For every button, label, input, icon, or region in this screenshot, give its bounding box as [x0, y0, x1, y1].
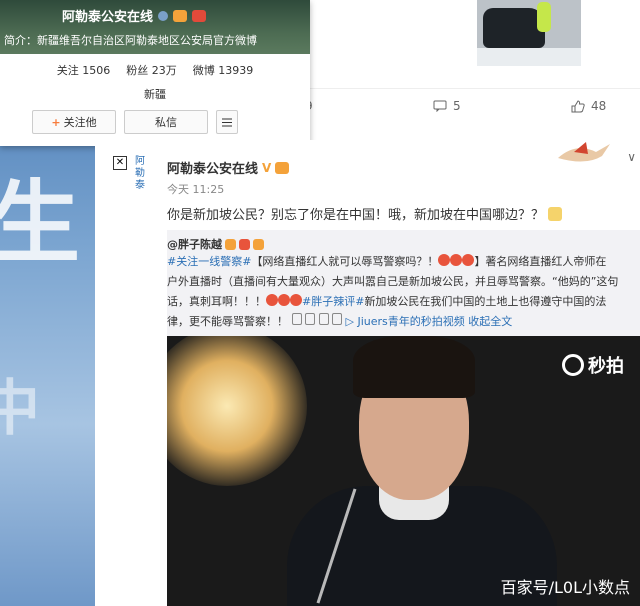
decorative-glyph: 中: [0, 374, 40, 444]
weibo-count[interactable]: 微博 13939: [193, 62, 254, 78]
emoji-icon: [548, 207, 563, 221]
camera-icon: [562, 354, 584, 376]
profile-actions: + 关注他 私信: [32, 110, 310, 134]
profile-card: 阿勒泰公安在线 简介：新疆维吾尔自治区阿勒泰地区公安局官方微博 关注 1506 …: [0, 0, 310, 146]
more-menu-button[interactable]: [216, 110, 238, 134]
emoji-icon: [291, 313, 302, 325]
topic-link[interactable]: #胖子辣评#: [302, 295, 364, 308]
chevron-down-icon[interactable]: ∨: [627, 150, 636, 164]
emoji-icon: [332, 313, 342, 325]
feed-post: ✕ 阿勒泰 阿勒泰公安在线 V ∨ 今天 11:25 你是新加坡公民？别忘了你是…: [95, 140, 640, 606]
member-badge-icon: [239, 238, 250, 250]
reposted-content: @胖子陈越 #关注一线警察#【网络直播红人就可以辱骂警察吗？！ 】著名网络直播红人…: [167, 230, 640, 606]
decorative-bird-icon: [558, 142, 610, 162]
member-badge-icon: [173, 9, 188, 22]
decorative-glyph: 生: [0, 170, 80, 276]
vip-badge-icon: [192, 9, 207, 22]
thumbs-up-icon: [571, 99, 585, 112]
emoji-icon: [278, 294, 290, 306]
repost-author[interactable]: @胖子陈越: [167, 236, 264, 252]
profile-name[interactable]: 阿勒泰公安在线: [62, 6, 207, 25]
video-player[interactable]: 秒拍: [167, 336, 640, 606]
emoji-icon: [438, 254, 451, 266]
video-link[interactable]: ▷ Jiuers青年的秒拍视频: [346, 315, 465, 328]
post-image-thumbnail[interactable]: [477, 0, 581, 66]
comment-icon: [433, 100, 447, 112]
vip-badge-icon: [225, 238, 236, 250]
repost-body: #关注一线警察#【网络直播红人就可以辱骂警察吗？！ 】著名网络直播红人帝师在 户外…: [167, 254, 619, 328]
fans-count[interactable]: 粉丝 23万: [126, 62, 177, 78]
close-box-icon[interactable]: ✕: [113, 156, 127, 170]
following-count[interactable]: 关注 1506: [57, 62, 111, 78]
verified-badge-icon: [253, 238, 264, 250]
profile-stats: 关注 1506 粉丝 23万 微博 13939: [0, 62, 310, 78]
emoji-icon: [290, 294, 302, 306]
emoji-icon: [305, 313, 315, 325]
emoji-icon: [462, 254, 475, 266]
profile-banner: 阿勒泰公安在线 简介：新疆维吾尔自治区阿勒泰地区公安局官方微博: [0, 0, 310, 54]
profile-description: 简介：新疆维吾尔自治区阿勒泰地区公安局官方微博: [4, 34, 257, 47]
topic-link[interactable]: #关注一线警察#: [167, 255, 251, 268]
watermark: 百家号/L0L小数点: [500, 578, 630, 597]
message-button[interactable]: 私信: [124, 110, 208, 134]
verified-icon: [158, 10, 169, 21]
profile-region: 新疆: [144, 88, 166, 101]
collapse-button[interactable]: 收起全文: [468, 315, 512, 328]
emoji-icon: [266, 294, 278, 306]
verified-v-icon: V: [262, 160, 272, 175]
like-button[interactable]: 48: [571, 99, 606, 113]
plus-icon: +: [51, 115, 61, 129]
menu-icon: [222, 118, 232, 126]
miaopai-logo: 秒拍: [562, 352, 624, 378]
post-author[interactable]: 阿勒泰公安在线 V: [167, 158, 290, 177]
emoji-icon: [318, 313, 329, 325]
member-badge-icon: [275, 161, 290, 174]
post-time[interactable]: 今天 11:25: [167, 181, 224, 197]
comment-button[interactable]: 5: [433, 99, 461, 113]
post-text: 你是新加坡公民？别忘了你是在中国！哦，新加坡在中国哪边？？: [167, 204, 563, 223]
avatar[interactable]: 阿勒泰: [135, 156, 149, 192]
emoji-icon: [450, 254, 463, 266]
follow-button[interactable]: + 关注他: [32, 110, 116, 134]
